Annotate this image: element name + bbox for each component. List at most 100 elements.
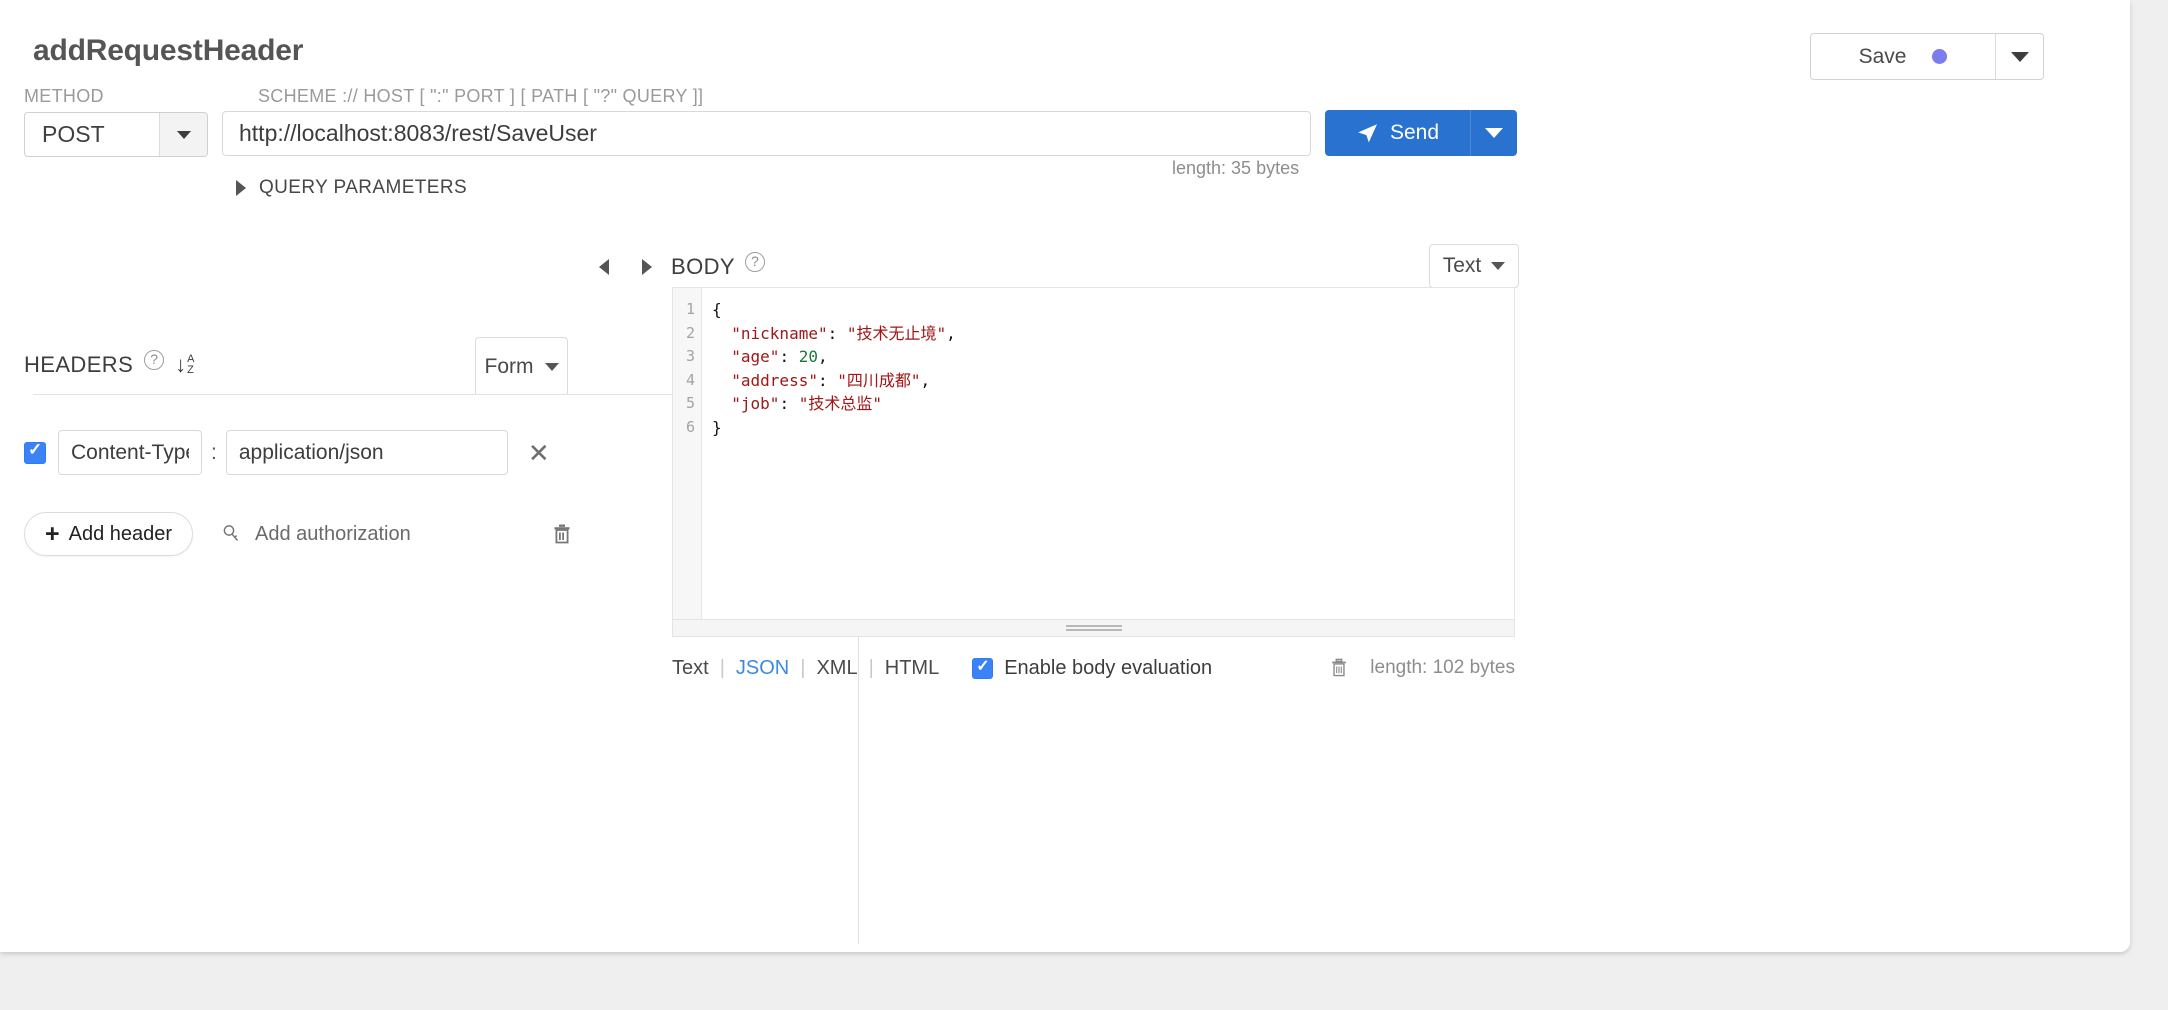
body-view-mode-select[interactable]: Text [1429,244,1519,288]
send-button-label: Send [1389,121,1440,144]
plus-icon: + [45,519,60,548]
method-select[interactable]: POST [24,112,208,157]
enable-body-evaluation-checkbox[interactable] [972,656,994,679]
code-token: "技术总监" [798,394,882,413]
add-header-button[interactable]: + Add header [24,512,194,556]
header-enabled-checkbox[interactable] [24,440,46,464]
header-key-input[interactable] [58,430,202,475]
code-token: "四川成都" [837,370,921,390]
headers-actions-row: + Add header Add authorization [24,512,580,556]
line-number: 6 [685,417,695,436]
code-token: : [779,347,799,366]
line-number: 1 [685,300,695,318]
body-label: BODY [671,253,735,279]
enable-body-evaluation-toggle[interactable]: Enable body evaluation [972,656,1212,680]
body-panel-title: BODY ? [671,252,765,281]
line-number: 3 [685,347,695,365]
code-token: : [827,323,847,343]
add-authorization-button[interactable]: Add authorization [221,523,411,546]
code-token: : [779,394,799,413]
code-line: "age": 20, [712,345,1514,369]
headers-view-mode-select[interactable]: Form [475,337,568,395]
body-editor-main: 1 2 3 4 5 6 { "nickname": "技术无止境", "age": 20,… [673,288,1514,619]
save-button[interactable]: Save [1811,34,1995,79]
url-input[interactable] [222,111,1311,156]
remove-header-button[interactable]: ✕ [522,439,556,467]
save-dropdown-button[interactable] [1995,34,2043,79]
send-dropdown-button[interactable] [1470,110,1517,156]
chevron-down-icon [176,130,191,139]
save-button-label: Save [1858,44,1907,68]
header-value-input[interactable] [225,430,508,475]
body-code-area[interactable]: { "nickname": "技术无止境", "age": 20, "addre… [702,288,1514,619]
method-label: METHOD [24,86,104,106]
body-format-html[interactable]: HTML [885,657,939,680]
chevron-down-icon [1491,262,1506,270]
code-token: } [712,417,722,437]
clear-body-button[interactable] [1322,656,1356,680]
chevron-down-icon [2010,51,2029,62]
body-view-mode-value: Text [1442,254,1482,277]
code-token: , [920,370,931,390]
code-token: "address" [712,370,818,390]
save-button-group: Save [1810,33,2044,80]
grip-horizontal-icon [1065,623,1122,633]
code-line: "job": "技术总监" [712,392,1514,416]
header-separator: : [211,440,217,464]
chevron-down-icon [544,362,559,371]
question-circle-icon[interactable]: ? [744,252,765,272]
send-button[interactable]: Send [1325,110,1470,156]
format-separator: | [800,656,806,679]
body-format-text[interactable]: Text [672,657,709,680]
body-format-json[interactable]: JSON [736,657,789,680]
query-parameters-toggle[interactable]: QUERY PARAMETERS [236,177,467,199]
method-select-value: POST [42,121,105,147]
code-line: } [712,416,1514,440]
line-number: 2 [685,323,695,342]
body-editor: 1 2 3 4 5 6 { "nickname": "技术无止境", "age": 20,… [672,287,1515,637]
query-parameters-label: QUERY PARAMETERS [259,177,468,198]
title-row: addRequestHeader Save [0,0,2130,80]
body-editor-resize-handle[interactable] [673,619,1514,636]
body-format-xml[interactable]: XML [816,657,857,680]
headers-panel-title: HEADERS ? ↓ A Z [24,350,195,379]
expand-body-button[interactable] [633,253,661,281]
line-number-gutter: 1 2 3 4 5 6 [673,288,702,619]
sort-arrow-glyph: ↓ [175,351,187,377]
headers-label: HEADERS [24,351,134,377]
code-token: : [817,370,838,390]
code-token: , [946,323,956,343]
triangle-left-icon [599,259,609,275]
url-format-label: SCHEME :// HOST [ ":" PORT ] [ PATH [ "?… [258,86,704,106]
add-header-label: Add header [68,522,173,545]
code-token: "技术无止境" [846,323,947,343]
code-token: , [817,347,828,366]
sort-letter-a: A [187,352,195,365]
question-circle-icon[interactable]: ? [144,350,165,370]
collapse-headers-button[interactable] [590,253,618,281]
key-icon [223,525,239,541]
body-footer: Text | JSON | XML | HTML Enable body evaluatio… [672,648,1515,688]
line-number: 5 [685,394,695,412]
body-footer-right: length: 102 bytes [1322,656,1515,680]
triangle-right-icon [236,180,246,196]
trash-icon [1332,658,1347,677]
code-line: "nickname": "技术无止境", [712,322,1514,346]
add-authorization-label: Add authorization [255,522,411,545]
code-token: "age" [712,347,780,366]
format-separator: | [868,656,874,679]
header-row: : ✕ [24,430,556,475]
triangle-right-icon [642,259,652,275]
request-editor-card: addRequestHeader Save METHOD SCHEME :// … [0,0,2130,952]
body-length-text: length: 102 bytes [1370,657,1515,678]
sort-alpha-asc-icon[interactable]: ↓ A Z [175,351,195,377]
delete-all-headers-button[interactable] [544,521,580,547]
code-token: 20 [798,347,818,366]
method-dropdown-button[interactable] [159,113,207,156]
unsaved-changes-dot-icon [1932,49,1948,64]
code-token: "nickname" [712,323,828,343]
sort-letter-z: Z [187,363,194,376]
code-token: { [712,300,722,319]
headers-view-mode-value: Form [484,354,534,378]
code-line: "address": "四川成都", [712,369,1514,393]
